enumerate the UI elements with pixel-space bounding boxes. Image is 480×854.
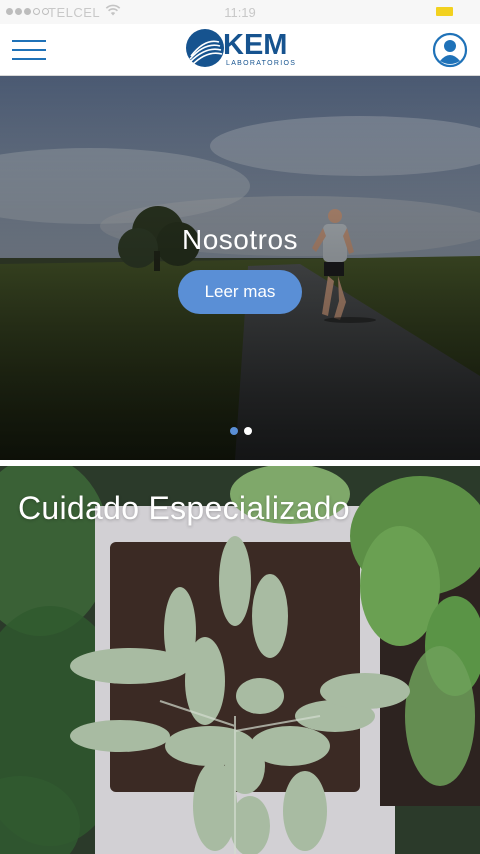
app-header: KEM LABORATORIOS — [0, 24, 480, 76]
menu-bar — [12, 49, 46, 51]
card-title: Cuidado Especializado — [18, 490, 350, 526]
slider-pagination — [230, 427, 252, 435]
kem-logo: KEM LABORATORIOS — [185, 28, 297, 72]
slide-dot-1[interactable] — [230, 427, 238, 435]
battery-icon — [436, 7, 453, 16]
specialized-care-card[interactable]: Cuidado Especializado — [0, 466, 480, 854]
logo-globe-icon — [186, 29, 224, 67]
user-icon — [432, 32, 468, 68]
status-bar: TELCEL 11:19 — [0, 0, 480, 24]
read-more-button[interactable]: Leer mas — [178, 270, 302, 314]
hero-runner-photo — [0, 76, 480, 460]
user-profile-button[interactable] — [432, 32, 468, 68]
logo-text: KEM — [223, 29, 288, 61]
hamburger-menu-button[interactable] — [12, 38, 46, 62]
menu-bar — [12, 58, 46, 60]
hero-slider[interactable]: Nosotros Leer mas — [0, 76, 480, 460]
menu-bar — [12, 40, 46, 42]
slide-dot-2[interactable] — [244, 427, 252, 435]
hero-title: Nosotros — [181, 224, 299, 255]
logo-subtext: LABORATORIOS — [226, 60, 297, 67]
status-time: 11:19 — [224, 5, 256, 20]
